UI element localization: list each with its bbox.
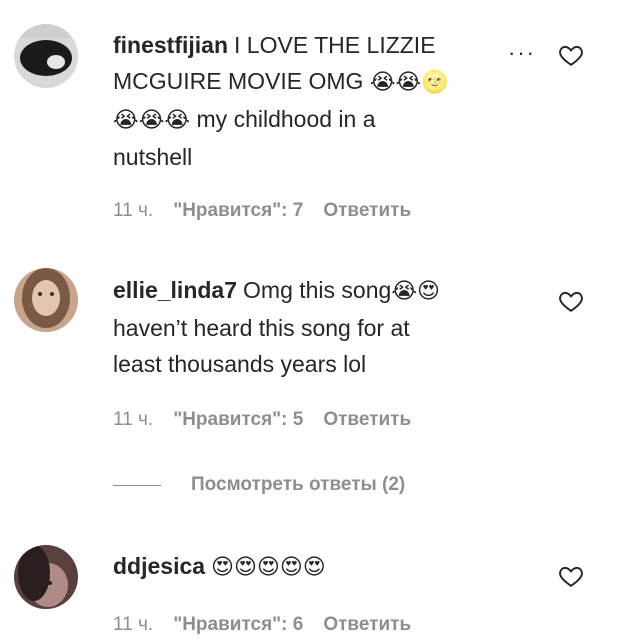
comment-meta: 11 ч. "Нравится": 5 Ответить <box>113 409 411 431</box>
emoji-group: 😍😍😍😍😍 <box>211 555 326 580</box>
avatar[interactable] <box>14 545 78 609</box>
emoji-group: 😭😭🌝 <box>369 70 449 95</box>
likes-count[interactable]: "Нравится": 6 <box>173 614 303 636</box>
view-replies-button[interactable]: Посмотреть ответы (2) <box>113 474 405 496</box>
like-heart-icon[interactable] <box>558 563 584 589</box>
username-link[interactable]: ellie_linda7 <box>113 277 237 303</box>
comment-meta: 11 ч. "Нравится": 7 Ответить <box>113 200 411 222</box>
username-link[interactable]: ddjesica <box>113 553 205 579</box>
reply-button[interactable]: Ответить <box>323 409 411 431</box>
reply-button[interactable]: Ответить <box>323 614 411 636</box>
divider-line <box>113 484 161 486</box>
like-heart-icon[interactable] <box>558 42 584 68</box>
view-replies-label: Посмотреть ответы (2) <box>191 474 406 495</box>
avatar[interactable] <box>14 268 78 332</box>
likes-count[interactable]: "Нравится": 7 <box>173 200 303 222</box>
avatar-image <box>14 545 78 609</box>
like-heart-icon[interactable] <box>558 288 584 314</box>
timestamp[interactable]: 11 ч. <box>113 409 153 431</box>
comment-body: my childhood in a <box>196 106 376 132</box>
avatar-image <box>14 24 78 88</box>
comment-body: Omg this song <box>243 277 392 303</box>
avatar-image <box>14 268 78 332</box>
emoji-group: 😭😭😭 <box>113 108 191 133</box>
comment-body: haven’t heard this song for at <box>113 315 410 341</box>
emoji-group: 😭😍 <box>391 279 440 304</box>
reply-button[interactable]: Ответить <box>323 200 411 222</box>
comment-text: ddjesica 😍😍😍😍😍 <box>113 548 513 586</box>
timestamp[interactable]: 11 ч. <box>113 614 153 636</box>
comment-meta: 11 ч. "Нравится": 6 Ответить <box>113 614 411 636</box>
likes-count[interactable]: "Нравится": 5 <box>173 409 303 431</box>
comment-body: nutshell <box>113 144 193 170</box>
comment-text: finestfijian I LOVE THE LIZZIE MCGUIRE MO… <box>113 27 513 175</box>
username-link[interactable]: finestfijian <box>113 32 228 58</box>
timestamp[interactable]: 11 ч. <box>113 200 153 222</box>
comment-text: ellie_linda7 Omg this song😭😍 haven’t hear… <box>113 272 513 382</box>
more-options-icon[interactable]: ··· <box>508 40 536 66</box>
comment-body: least thousands years lol <box>113 351 367 377</box>
avatar[interactable] <box>14 24 78 88</box>
